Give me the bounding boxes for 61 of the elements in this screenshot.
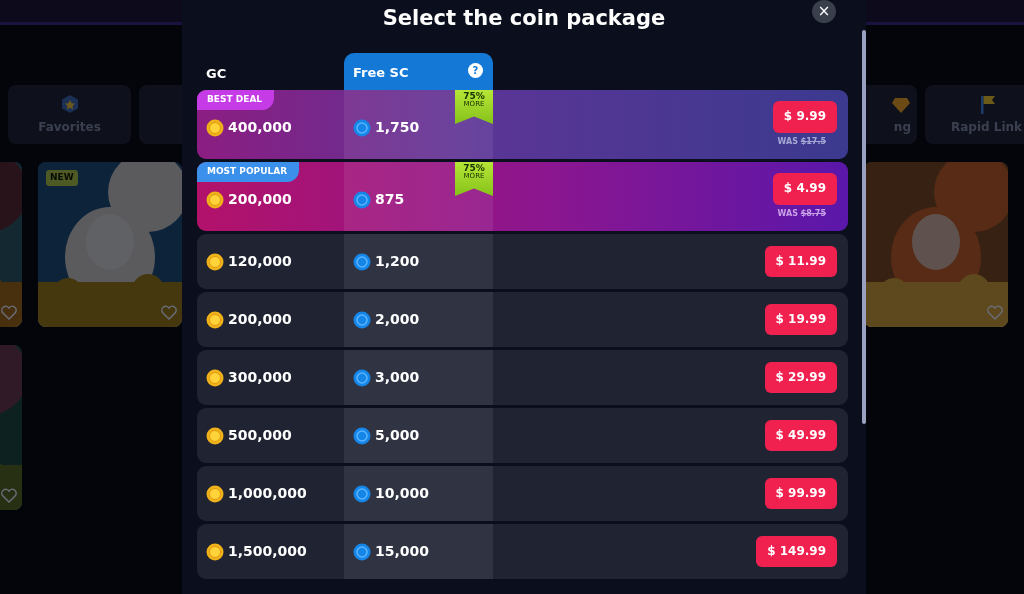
sc-coin-icon — [353, 426, 371, 445]
price-button[interactable]: $ 149.99 — [756, 535, 837, 568]
package-row[interactable]: 120,000 1,200 $ 11.99 — [197, 234, 848, 289]
price-button[interactable]: $ 29.99 — [764, 361, 837, 394]
gc-coin-icon — [206, 190, 224, 209]
sc-amount: 5,000 — [375, 426, 420, 445]
gc-coin-icon — [206, 426, 224, 445]
scrollbar[interactable] — [862, 30, 866, 424]
price-button[interactable]: $ 9.99 — [772, 101, 837, 133]
gc-coin-icon — [206, 368, 224, 387]
heart-icon[interactable] — [0, 304, 18, 321]
deal-badge: MOST POPULAR — [197, 162, 300, 182]
package-row[interactable]: 1,500,000 15,000 $ 149.99 — [197, 524, 848, 579]
column-header: GC — [205, 65, 228, 83]
sc-amount: 2,000 — [375, 310, 420, 329]
gc-amount: 200,000 — [228, 310, 292, 329]
price-button[interactable]: $ 49.99 — [764, 419, 837, 452]
sc-coin-icon — [353, 310, 371, 329]
new-badge: NEW — [46, 170, 78, 186]
sc-coin-icon — [353, 368, 371, 387]
package-row[interactable]: 300,000 3,000 $ 29.99 — [197, 350, 848, 405]
gc-amount: 500,000 — [228, 426, 292, 445]
modal-title: Select the coin package — [382, 5, 666, 32]
price-button[interactable]: $ 11.99 — [764, 245, 837, 278]
price-button[interactable]: $ 99.99 — [764, 477, 837, 510]
heart-icon[interactable] — [0, 487, 18, 504]
sc-amount: 3,000 — [375, 368, 420, 387]
gc-amount: 1,000,000 — [228, 484, 307, 503]
column-header-tab: Free SC ? — [344, 53, 493, 90]
package-row[interactable]: 200,000 2,000 $ 19.99 — [197, 292, 848, 347]
price-button[interactable]: $ 19.99 — [764, 303, 837, 336]
package-row[interactable]: 500,000 5,000 $ 49.99 — [197, 408, 848, 463]
sc-coin-icon — [353, 542, 371, 561]
was-price: WAS $8.75 — [777, 207, 826, 220]
help-icon[interactable]: ? — [468, 63, 483, 78]
sc-coin-icon — [353, 484, 371, 503]
gc-coin-icon — [206, 118, 224, 137]
was-price: WAS $17.5 — [777, 135, 826, 148]
heart-icon[interactable] — [986, 304, 1004, 321]
gc-coin-icon — [206, 542, 224, 561]
sc-amount: 875 — [375, 190, 405, 209]
sc-coin-icon — [353, 190, 371, 209]
gc-amount: 400,000 — [228, 118, 292, 137]
hexagon-star-icon — [59, 93, 80, 114]
package-row[interactable]: 1,000,000 10,000 $ 99.99 — [197, 466, 848, 521]
sc-amount: 1,750 — [375, 118, 420, 137]
gc-amount: 1,500,000 — [228, 542, 307, 561]
gc-amount: 120,000 — [228, 252, 292, 271]
sc-amount: 15,000 — [375, 542, 430, 561]
gc-amount: 300,000 — [228, 368, 292, 387]
gc-coin-icon — [206, 252, 224, 271]
gc-coin-icon — [206, 484, 224, 503]
sc-coin-icon — [353, 118, 371, 137]
gc-amount: 200,000 — [228, 190, 292, 209]
sc-amount: 10,000 — [375, 484, 430, 503]
price-button[interactable]: $ 4.99 — [772, 173, 837, 205]
sc-amount: 1,200 — [375, 252, 420, 271]
sc-coin-icon — [353, 252, 371, 271]
gc-coin-icon — [206, 310, 224, 329]
heart-icon[interactable] — [160, 304, 178, 321]
deal-badge: BEST DEAL — [197, 90, 275, 110]
